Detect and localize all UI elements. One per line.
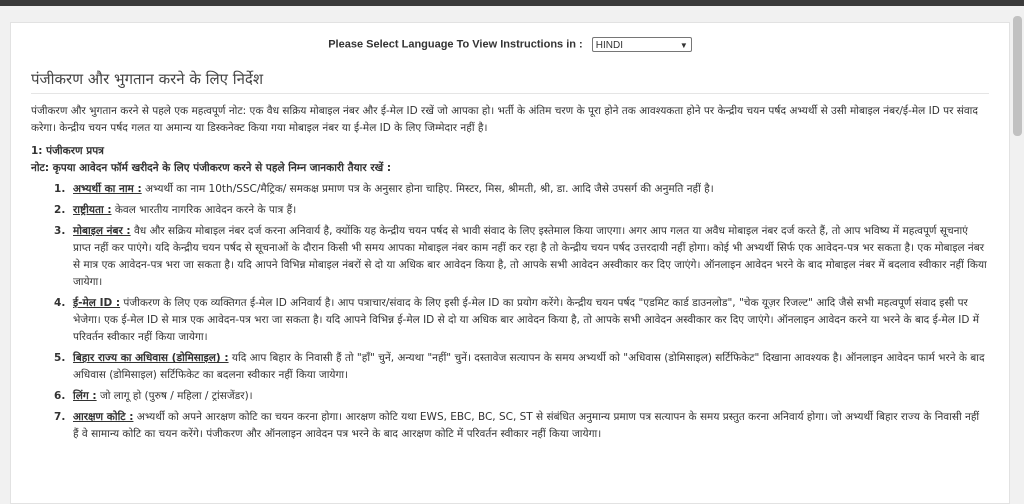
- list-item: ई-मेल ID : पंजीकरण के लिए एक व्यक्तिगत ई…: [69, 295, 987, 346]
- instructions-panel: Please Select Language To View Instructi…: [10, 22, 1010, 504]
- item-term: ई-मेल ID :: [73, 297, 121, 309]
- item-term: अभ्यर्थी का नाम :: [73, 183, 142, 195]
- instructions-list: अभ्यर्थी का नाम : अभ्यर्थी का नाम 10th/S…: [31, 181, 987, 443]
- page-title: पंजीकरण और भुगतान करने के लिए निर्देश: [31, 70, 264, 88]
- chevron-down-icon: ▼: [679, 41, 688, 50]
- item-text: केवल भारतीय नागरिक आवेदन करने के पात्र ह…: [111, 204, 297, 216]
- top-bar: [0, 0, 1024, 6]
- divider: [31, 93, 989, 94]
- item-term: बिहार राज्य का अधिवास (डोमिसाइल) :: [73, 352, 229, 364]
- item-text: अभ्यर्थी को अपने आरक्षण कोटि का चयन करना…: [73, 411, 980, 440]
- list-item: आरक्षण कोटि : अभ्यर्थी को अपने आरक्षण को…: [69, 409, 987, 443]
- language-selected-value: HINDI: [595, 40, 624, 51]
- item-text: अभ्यर्थी का नाम 10th/SSC/मैट्रिक/ समकक्ष…: [141, 183, 714, 195]
- note-text: नोट: कृपया आवेदन फॉर्म खरीदने के लिए पंज…: [31, 162, 392, 174]
- list-item: लिंग : जो लागू हो (पुरुष / महिला / ट्रां…: [69, 388, 987, 405]
- language-bar: Please Select Language To View Instructi…: [11, 37, 1009, 52]
- item-term: राष्ट्रीयता :: [73, 204, 112, 216]
- instructions-content: पंजीकरण और भुगतान करने से पहले एक महत्वप…: [31, 103, 987, 447]
- scrollbar-thumb[interactable]: [1013, 16, 1022, 136]
- language-label: Please Select Language To View Instructi…: [328, 38, 583, 51]
- item-term: लिंग :: [73, 390, 97, 402]
- item-text: वैध और सक्रिय मोबाइल नंबर दर्ज करना अनिव…: [73, 225, 987, 288]
- scrollbar[interactable]: [1010, 6, 1024, 493]
- list-item: मोबाइल नंबर : वैध और सक्रिय मोबाइल नंबर …: [69, 223, 987, 291]
- item-term: आरक्षण कोटि :: [73, 411, 134, 423]
- section-title: 1: पंजीकरण प्रपत्र: [31, 145, 104, 157]
- language-select[interactable]: HINDI ▼: [591, 37, 692, 52]
- item-text: पंजीकरण के लिए एक व्यक्तिगत ई-मेल ID अनि…: [73, 297, 980, 343]
- item-term: मोबाइल नंबर :: [73, 225, 131, 237]
- list-item: अभ्यर्थी का नाम : अभ्यर्थी का नाम 10th/S…: [69, 181, 987, 198]
- item-text: जो लागू हो (पुरुष / महिला / ट्रांसजेंडर)…: [96, 390, 253, 402]
- list-item: बिहार राज्य का अधिवास (डोमिसाइल) : यदि आ…: [69, 350, 987, 384]
- list-item: राष्ट्रीयता : केवल भारतीय नागरिक आवेदन क…: [69, 202, 987, 219]
- intro-text: पंजीकरण और भुगतान करने से पहले एक महत्वप…: [31, 105, 978, 134]
